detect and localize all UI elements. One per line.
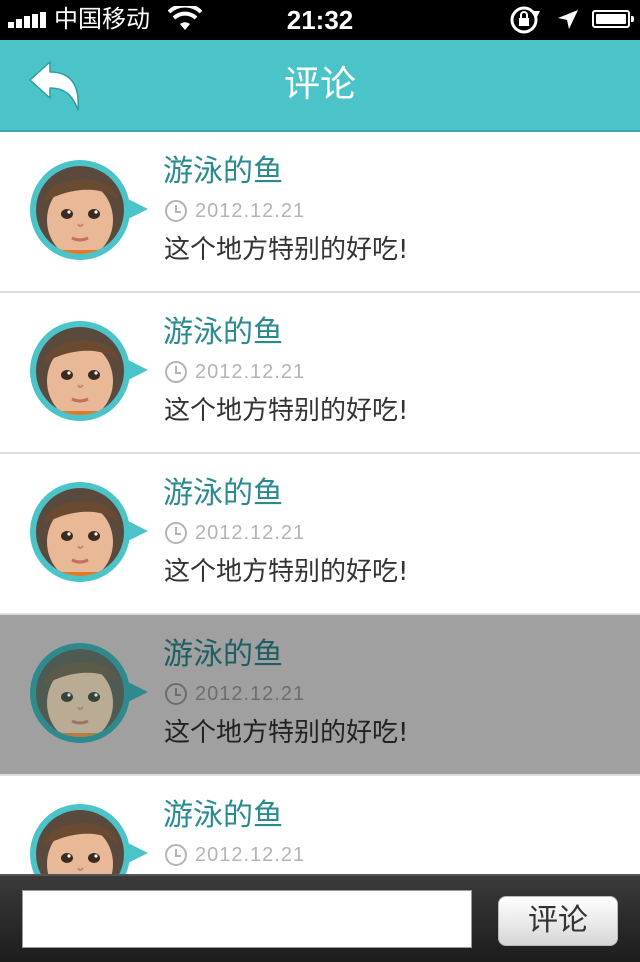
location-icon — [556, 8, 580, 37]
back-arrow-icon — [29, 61, 79, 111]
comment-composer: 评论 — [0, 874, 640, 962]
comment-date-text: 2012.12.21 — [195, 522, 306, 544]
comment-date-text: 2012.12.21 — [195, 683, 306, 705]
list-item[interactable]: 游泳的鱼 2012.12.21 这个地方特别的好吃! — [0, 132, 640, 293]
avatar[interactable] — [30, 160, 154, 264]
commenter-name[interactable]: 游泳的鱼 — [163, 152, 283, 192]
list-item[interactable]: 游泳的鱼 2012.12.21 这个地方特别的好吃! — [0, 615, 640, 776]
submit-comment-button[interactable]: 评论 — [498, 896, 618, 946]
clock-icon — [165, 361, 187, 383]
status-bar: 中国移动 21:32 — [0, 0, 640, 40]
comment-text: 这个地方特别的好吃! — [164, 557, 409, 587]
back-button[interactable] — [26, 58, 86, 114]
status-time: 21:32 — [286, 5, 354, 35]
comment-date-text: 2012.12.21 — [195, 844, 306, 866]
avatar[interactable] — [30, 321, 154, 425]
nav-bar: 评论 — [0, 40, 640, 132]
comment-text: 这个地方特别的好吃! — [164, 235, 409, 265]
commenter-name[interactable]: 游泳的鱼 — [163, 474, 283, 514]
battery-icon — [592, 10, 634, 28]
page-title: 评论 — [283, 64, 356, 105]
commenter-name[interactable]: 游泳的鱼 — [163, 313, 283, 353]
clock-icon — [165, 200, 187, 222]
comment-input[interactable] — [22, 890, 472, 948]
comment-text: 这个地方特别的好吃! — [164, 718, 409, 748]
comment-list[interactable]: 游泳的鱼 2012.12.21 这个地方特别的好吃! 游泳的鱼 2012.12.… — [0, 132, 640, 874]
commenter-name[interactable]: 游泳的鱼 — [163, 796, 283, 836]
clock-icon — [165, 844, 187, 866]
comment-date-text: 2012.12.21 — [195, 361, 306, 383]
clock-icon — [165, 522, 187, 544]
list-item[interactable]: 游泳的鱼 2012.12.21 这个地方特别的好吃! — [0, 293, 640, 454]
rotation-lock-icon — [508, 5, 542, 40]
comment-text: 这个地方特别的好吃! — [164, 396, 409, 426]
list-item[interactable]: 游泳的鱼 2012.12.21 这个地方特别的好吃! — [0, 454, 640, 615]
avatar[interactable] — [30, 804, 154, 874]
comment-date-text: 2012.12.21 — [195, 200, 306, 222]
clock-icon — [165, 683, 187, 705]
commenter-name[interactable]: 游泳的鱼 — [163, 635, 283, 675]
avatar[interactable] — [30, 482, 154, 586]
list-item[interactable]: 游泳的鱼 2012.12.21 这个地方特别的好吃! — [0, 776, 640, 874]
avatar[interactable] — [30, 643, 154, 747]
